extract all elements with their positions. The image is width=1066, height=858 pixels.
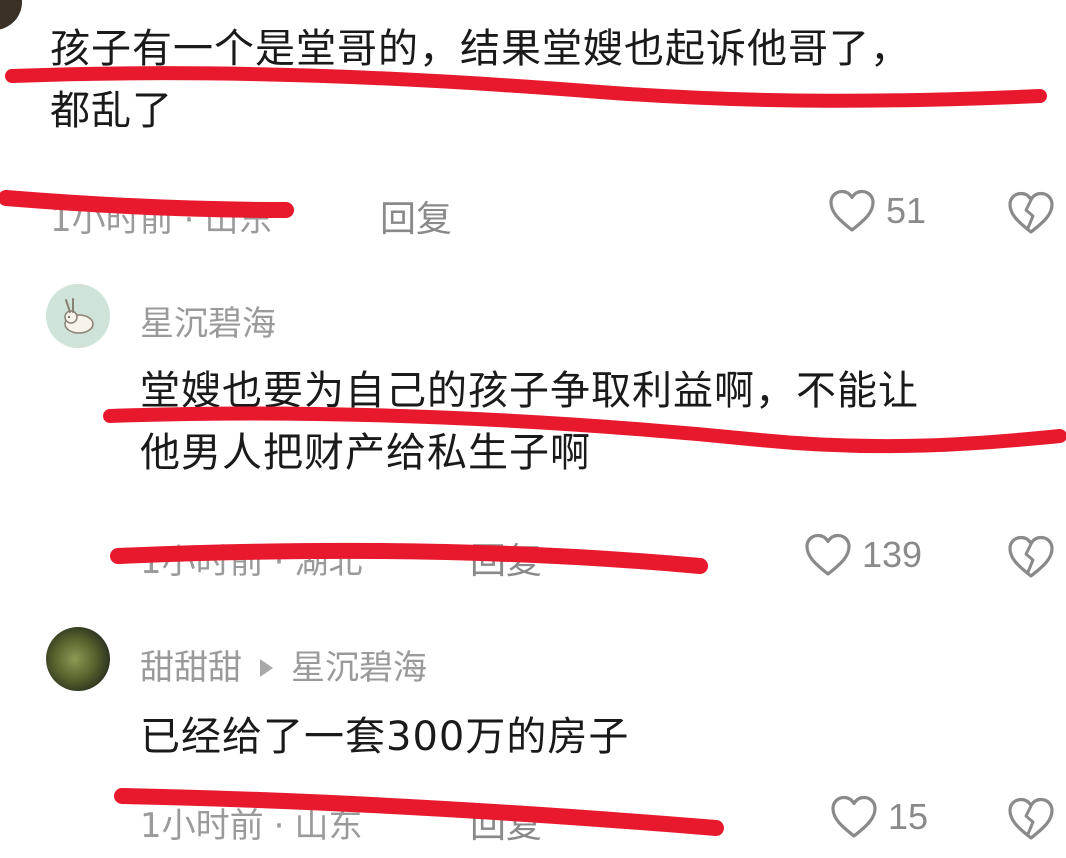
username[interactable]: 星沉碧海 — [140, 296, 276, 345]
avatar[interactable] — [46, 627, 110, 691]
reply-header: 甜甜甜 星沉碧海 — [140, 640, 427, 689]
comment-time: 1小时前 — [140, 806, 264, 846]
broken-heart-icon — [1008, 191, 1054, 234]
comment-line: 已经给了一套300万的房子 — [140, 714, 630, 760]
broken-heart-icon — [1008, 797, 1054, 840]
reply-button[interactable]: 回复 — [470, 796, 542, 848]
broken-heart-icon — [1008, 535, 1054, 578]
heart-outline-icon — [831, 795, 877, 838]
comment-text: 已经给了一套300万的房子 — [140, 708, 1060, 766]
comment-location: 湖北 — [294, 542, 363, 582]
reply-to-username[interactable]: 星沉碧海 — [291, 648, 427, 688]
like-button[interactable]: 51 — [828, 188, 926, 234]
dislike-button[interactable] — [1006, 534, 1056, 584]
reply-arrow-icon — [260, 658, 273, 677]
avatar[interactable] — [46, 284, 110, 348]
comment-line: 都乱了 — [50, 88, 173, 134]
comment-location: 山东 — [294, 806, 363, 846]
comment-time: 1小时前 — [50, 200, 174, 240]
like-button[interactable]: 15 — [830, 794, 928, 840]
like-count: 15 — [888, 796, 929, 837]
dislike-button[interactable] — [1006, 796, 1056, 846]
comment-text: 孩子有一个是堂哥的，结果堂嫂也起诉他哥了， 都乱了 — [50, 20, 1050, 140]
comment-meta: 1小时前 · 山东 — [50, 200, 273, 240]
comment-meta: 1小时前 · 湖北 — [140, 542, 363, 582]
heart-outline-icon — [829, 189, 875, 232]
bunny-avatar-icon — [64, 298, 94, 334]
reply-button[interactable]: 回复 — [380, 190, 452, 242]
comment-thread: 孩子有一个是堂哥的，结果堂嫂也起诉他哥了， 都乱了 1小时前 · 山东 回复 51 … — [0, 0, 1066, 858]
reply-button[interactable]: 回复 — [470, 532, 542, 584]
comment-meta: 1小时前 · 山东 — [140, 806, 363, 846]
like-count: 139 — [862, 534, 923, 575]
comment-text: 堂嫂也要为自己的孩子争取利益啊，不能让 他男人把财产给私生子啊 — [140, 362, 1060, 482]
comment-line: 堂嫂也要为自己的孩子争取利益啊，不能让 — [140, 368, 919, 414]
comment-line: 孩子有一个是堂哥的，结果堂嫂也起诉他哥了， — [50, 26, 911, 72]
heart-outline-icon — [805, 533, 851, 576]
comment-location: 山东 — [204, 200, 273, 240]
like-button[interactable]: 139 — [804, 532, 922, 578]
like-count: 51 — [886, 190, 927, 231]
avatar[interactable] — [0, 0, 22, 30]
comment-time: 1小时前 — [140, 542, 264, 582]
username[interactable]: 甜甜甜 — [140, 648, 242, 688]
comment-line: 他男人把财产给私生子啊 — [140, 430, 591, 476]
dislike-button[interactable] — [1006, 190, 1056, 240]
